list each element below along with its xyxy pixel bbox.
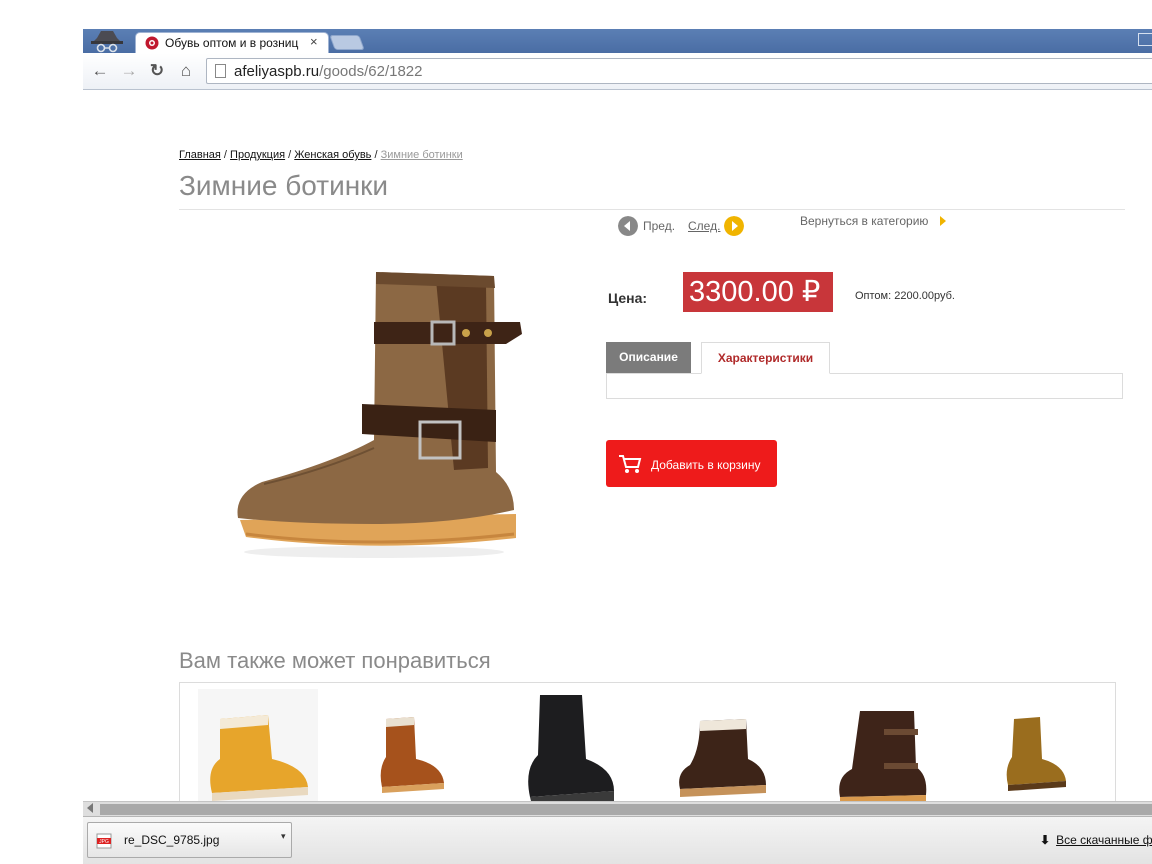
prev-link[interactable]: Пред.	[643, 219, 675, 233]
breadcrumb-sep: /	[220, 149, 231, 161]
tab-description[interactable]: Описание	[606, 342, 691, 373]
related-product-thumb[interactable]	[666, 689, 786, 807]
breadcrumb-products[interactable]: Продукция	[230, 149, 285, 161]
price-label: Цена:	[608, 290, 648, 306]
related-product-thumb[interactable]	[978, 689, 1098, 807]
back-to-category-link[interactable]: Вернуться в категорию	[800, 214, 928, 228]
title-divider	[179, 209, 1125, 210]
page-title: Зимние ботинки	[179, 170, 389, 201]
breadcrumb-sep: /	[371, 149, 381, 161]
browser-tabstrip: Обувь оптом и в розниц ×	[83, 29, 1152, 53]
download-menu-chevron-icon[interactable]: ▾	[281, 831, 286, 842]
back-button[interactable]: ←	[90, 61, 110, 81]
all-downloads-link[interactable]: ⬇ Все скачанные ф	[1040, 833, 1152, 847]
breadcrumb-sep: /	[285, 149, 295, 161]
url-path: /goods/62/1822	[319, 63, 423, 80]
wholesale-price: Оптом: 2200.00руб.	[855, 290, 955, 302]
home-button[interactable]: ⌂	[176, 61, 196, 81]
download-file-name: re_DSC_9785.jpg	[124, 833, 220, 847]
add-to-cart-button[interactable]: Добавить в корзину	[606, 440, 777, 487]
tab-content-panel	[606, 373, 1123, 399]
product-image[interactable]	[224, 262, 524, 562]
related-title: Вам также может понравиться	[179, 648, 491, 673]
ruble-icon: ₽	[801, 276, 821, 308]
breadcrumb-current[interactable]: Зимние ботинки	[381, 149, 463, 161]
screen: Обувь оптом и в розниц × ← → ↻ ⌂ afeliya…	[0, 0, 1152, 864]
downloads-bar: JPG re_DSC_9785.jpg ▾ ⬇ Все скачанные ф	[83, 816, 1152, 864]
tab-specifications[interactable]: Характеристики	[701, 342, 830, 374]
related-products-carousel	[179, 682, 1116, 812]
address-bar[interactable]: afeliyaspb.ru/goods/62/1822	[206, 58, 1152, 84]
horizontal-scrollbar[interactable]	[83, 801, 1152, 816]
jpg-file-icon-label: JPG	[99, 839, 109, 845]
related-product-thumb[interactable]	[354, 689, 474, 807]
reload-button[interactable]: ↻	[147, 61, 167, 81]
breadcrumb: Главная / Продукция / Женская обувь / Зи…	[179, 149, 463, 161]
url-text: afeliyaspb.ru/goods/62/1822	[234, 63, 423, 80]
related-product-thumb[interactable]	[198, 689, 318, 807]
next-link[interactable]: След.	[688, 219, 720, 233]
jpg-file-icon: JPG	[96, 833, 112, 849]
site-favicon-icon	[145, 36, 159, 50]
related-product-thumb[interactable]	[822, 689, 942, 807]
scrollbar-thumb[interactable]	[100, 804, 1152, 815]
browser-toolbar: ← → ↻ ⌂ afeliyaspb.ru/goods/62/1822	[83, 53, 1152, 90]
related-product-thumb[interactable]	[510, 689, 630, 807]
download-item[interactable]: JPG re_DSC_9785.jpg ▾	[87, 822, 292, 858]
all-downloads-label: Все скачанные ф	[1056, 833, 1152, 847]
breadcrumb-women[interactable]: Женская обувь	[294, 149, 371, 161]
back-to-category-arrow-icon[interactable]	[940, 216, 946, 226]
prev-arrow-icon[interactable]	[618, 216, 638, 236]
new-tab-button[interactable]	[329, 35, 365, 50]
next-arrow-icon[interactable]	[724, 216, 744, 236]
incognito-icon	[91, 31, 123, 53]
tab-close-icon[interactable]: ×	[310, 34, 318, 49]
scroll-left-icon[interactable]	[87, 803, 93, 813]
page-icon	[215, 64, 226, 78]
tab-title: Обувь оптом и в розниц	[165, 36, 299, 50]
window-restore-icon[interactable]	[1138, 33, 1152, 46]
breadcrumb-home[interactable]: Главная	[179, 149, 221, 161]
forward-button[interactable]: →	[119, 61, 139, 81]
add-to-cart-label: Добавить в корзину	[651, 458, 761, 472]
cart-icon	[619, 455, 642, 473]
download-arrow-icon: ⬇	[1040, 833, 1051, 847]
url-host: afeliyaspb.ru	[234, 63, 320, 80]
browser-tab-active[interactable]: Обувь оптом и в розниц ×	[135, 32, 329, 53]
price-badge: 3300.00 ₽	[683, 272, 833, 312]
price-value: 3300.00	[689, 276, 794, 308]
